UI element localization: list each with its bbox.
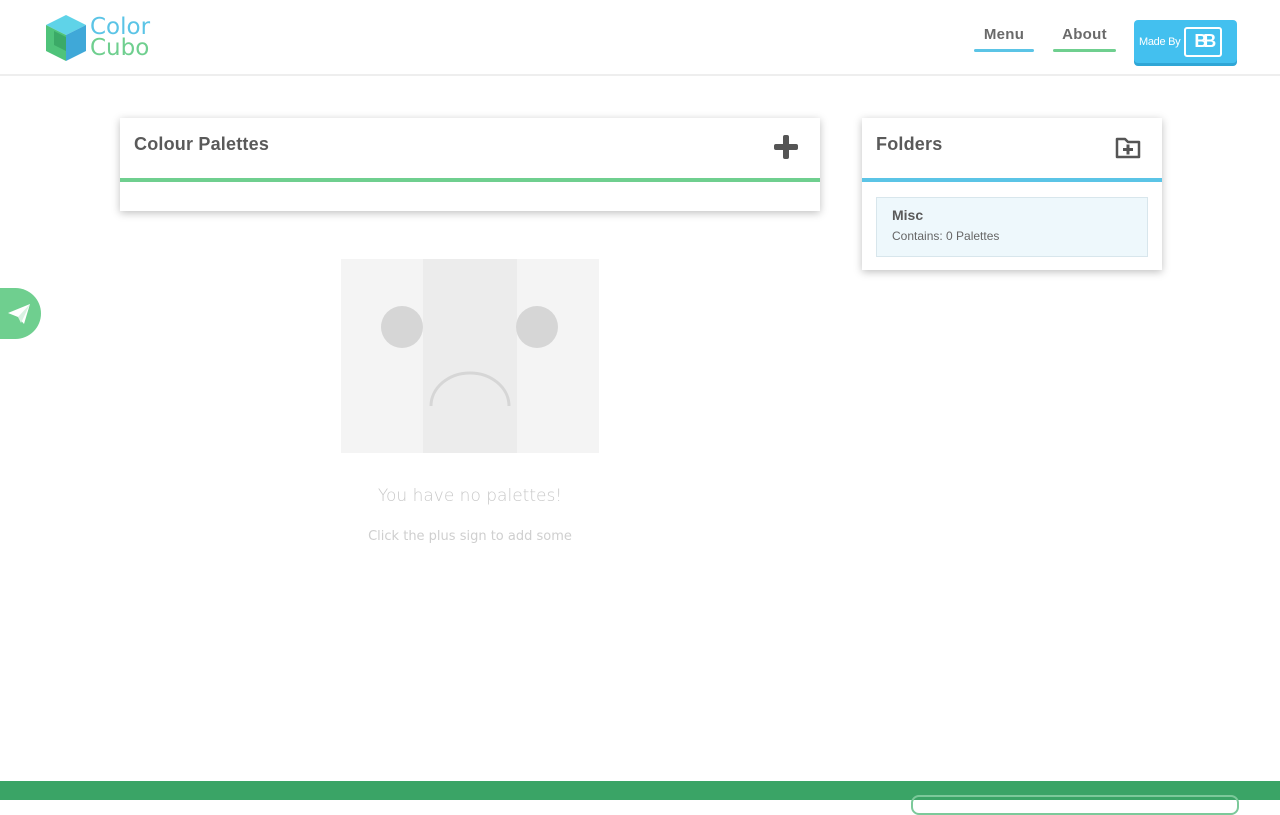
empty-state-title: You have no palettes! [377, 486, 563, 506]
nav-about-underline [1053, 49, 1116, 52]
nav-menu-label: Menu [983, 26, 1025, 43]
nav-about-label: About [1062, 26, 1107, 43]
footer-input-box[interactable] [911, 795, 1239, 815]
made-by-logo: BB [1184, 26, 1223, 57]
logo-text-cubo: Cubo [90, 35, 150, 61]
sad-face-illustration [341, 259, 599, 453]
made-by-button[interactable]: Made By BB [1134, 20, 1237, 63]
folder-item-misc[interactable]: Misc Contains: 0 Palettes [876, 197, 1148, 257]
folder-plus-icon[interactable] [1114, 134, 1142, 160]
paper-plane-icon [7, 303, 30, 324]
folder-name: Misc [892, 207, 924, 223]
folders-panel: Folders Misc Contains: 0 Palettes [862, 118, 1162, 270]
made-by-label: Made By [1139, 35, 1181, 48]
colour-palettes-panel: Colour Palettes [120, 118, 820, 211]
palettes-divider [120, 178, 820, 182]
folders-divider [862, 178, 1162, 182]
share-button[interactable] [0, 288, 41, 339]
folders-title: Folders [876, 134, 943, 154]
cube-logo-icon [46, 15, 86, 61]
palettes-title: Colour Palettes [134, 134, 270, 154]
top-header: Color Cubo Menu About Made By BB [0, 0, 1280, 76]
logo-wordmark: Color Cubo [90, 16, 150, 61]
nav-menu-link[interactable]: Menu [974, 26, 1034, 52]
plus-icon[interactable] [774, 135, 798, 159]
nav-about-link[interactable]: About [1053, 26, 1116, 52]
folder-palette-count: Contains: 0 Palettes [892, 229, 1000, 243]
nav-menu-underline [974, 49, 1034, 52]
empty-state-subtitle: Click the plus sign to add some [368, 529, 572, 544]
footer-bar [0, 781, 1280, 815]
app-logo[interactable]: Color Cubo [44, 12, 150, 64]
